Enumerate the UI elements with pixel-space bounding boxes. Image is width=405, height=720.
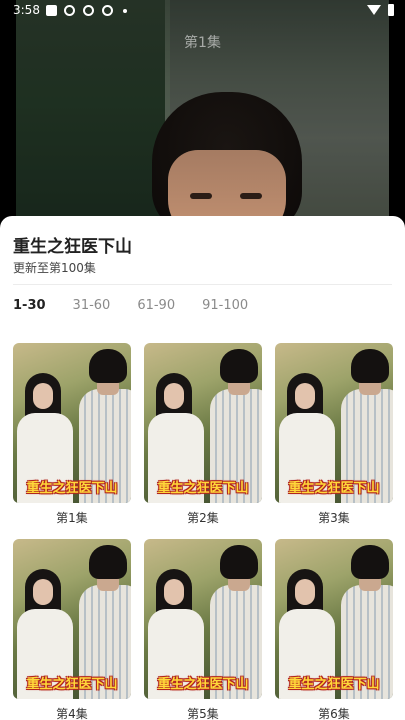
episode-thumbnail: 重生之狂医下山	[144, 539, 262, 699]
update-status: 更新至第100集	[13, 261, 96, 275]
tab-61-90[interactable]: 61-90	[137, 298, 175, 318]
video-player[interactable]: 第1集	[0, 0, 405, 230]
notification-icon	[83, 5, 94, 16]
episode-thumbnail: 重生之狂医下山	[275, 343, 393, 503]
tab-1-30[interactable]: 1-30	[13, 298, 46, 318]
episode-label: 第5集	[187, 707, 219, 720]
more-notifications-icon	[123, 9, 127, 13]
episode-label: 第3集	[318, 511, 350, 525]
episode-range-tabs: 1-30 31-60 61-90 91-100	[13, 298, 275, 318]
episode-label: 第4集	[56, 707, 88, 720]
episode-card[interactable]: 重生之狂医下山 第3集	[275, 343, 393, 526]
episode-sheet: 重生之狂医下山 更新至第100集 1-30 31-60 61-90 91-100…	[0, 216, 405, 720]
episode-thumbnail: 重生之狂医下山	[13, 539, 131, 699]
notification-icon	[64, 5, 75, 16]
poster-title: 重生之狂医下山	[157, 481, 249, 496]
notification-icon	[102, 5, 113, 16]
episode-thumbnail: 重生之狂医下山	[275, 539, 393, 699]
battery-icon	[388, 4, 394, 16]
actor-eye	[240, 193, 262, 199]
drama-title: 重生之狂医下山	[13, 237, 132, 257]
episode-card[interactable]: 重生之狂医下山 第6集	[275, 539, 393, 720]
poster-title: 重生之狂医下山	[288, 481, 380, 496]
poster-title: 重生之狂医下山	[157, 677, 249, 692]
episode-card[interactable]: 重生之狂医下山 第1集	[13, 343, 131, 526]
episode-label: 第2集	[187, 511, 219, 525]
episode-card[interactable]: 重生之狂医下山 第4集	[13, 539, 131, 720]
poster-title: 重生之狂医下山	[26, 481, 118, 496]
tab-31-60[interactable]: 31-60	[73, 298, 111, 318]
status-bar: 3:58	[0, 0, 405, 22]
episode-card[interactable]: 重生之狂医下山 第5集	[144, 539, 262, 720]
episode-card[interactable]: 重生之狂医下山 第2集	[144, 343, 262, 526]
episode-label: 第1集	[56, 511, 88, 525]
wifi-icon	[367, 5, 381, 15]
episode-watermark: 第1集	[184, 35, 221, 51]
poster-title: 重生之狂医下山	[288, 677, 380, 692]
actor-eye	[190, 193, 212, 199]
status-time: 3:58	[13, 3, 40, 17]
divider	[13, 284, 392, 285]
notification-icon	[46, 5, 57, 16]
episode-thumbnail: 重生之狂医下山	[13, 343, 131, 503]
episode-thumbnail: 重生之狂医下山	[144, 343, 262, 503]
poster-title: 重生之狂医下山	[26, 677, 118, 692]
tab-91-100[interactable]: 91-100	[202, 298, 248, 318]
episode-label: 第6集	[318, 707, 350, 720]
